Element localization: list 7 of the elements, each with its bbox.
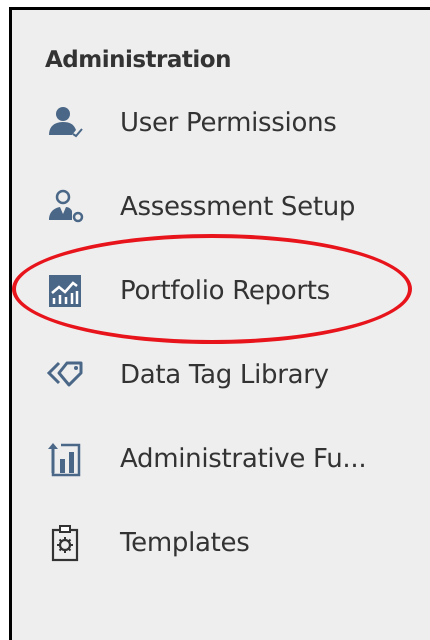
menu-item[interactable]: Assessment Setup	[45, 187, 356, 227]
section-heading: Administration	[45, 46, 232, 75]
menu-item[interactable]: Administrative Fu...	[45, 439, 366, 479]
menu-item[interactable]: Data Tag Library	[45, 355, 329, 395]
menu-item[interactable]: Templates	[45, 523, 250, 563]
menu-item[interactable]: User Permissions	[45, 103, 337, 143]
menu-item[interactable]: Portfolio Reports	[45, 271, 330, 311]
